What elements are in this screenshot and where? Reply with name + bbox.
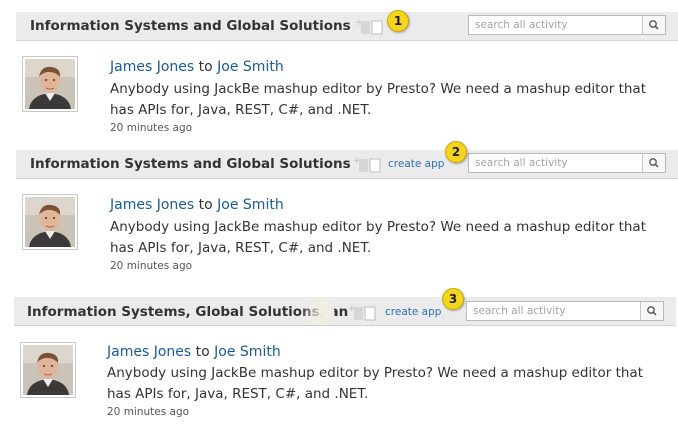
author-link[interactable]: James Jones: [107, 344, 191, 360]
activity-section-1: Information Systems and Global Solutions…: [0, 0, 678, 138]
add-app-icon[interactable]: +: [348, 303, 378, 321]
avatar[interactable]: [22, 56, 78, 112]
magnifier-icon: [649, 158, 659, 168]
search-input[interactable]: [469, 154, 643, 172]
post-timestamp: 20 minutes ago: [110, 260, 193, 272]
user-photo: [25, 59, 75, 109]
magnifier-icon: [647, 306, 657, 316]
callout-badge: 1: [387, 10, 409, 32]
recipient-link[interactable]: Joe Smith: [217, 197, 284, 213]
search-box: [468, 153, 666, 173]
magnifier-icon: [649, 20, 659, 30]
author-link[interactable]: James Jones: [110, 197, 194, 213]
post-text: Anybody using JackBe mashup editor by Pr…: [110, 81, 646, 118]
post-timestamp: 20 minutes ago: [110, 122, 193, 134]
add-app-icon[interactable]: +: [353, 155, 383, 173]
group-title: Information Systems and Global Solutions: [30, 18, 351, 34]
recipient-link[interactable]: Joe Smith: [217, 59, 284, 75]
group-title: Information Systems and Global Solutions: [30, 156, 351, 172]
create-app-link[interactable]: create app: [385, 306, 441, 318]
to-label: to: [198, 59, 213, 75]
user-photo: [23, 345, 73, 395]
search-input[interactable]: [469, 16, 643, 34]
recipient-link[interactable]: Joe Smith: [214, 344, 281, 360]
to-label: to: [195, 344, 210, 360]
author-link[interactable]: James Jones: [110, 59, 194, 75]
section-header-bar: Information Systems, Global Solutions, a…: [14, 297, 676, 326]
search-button[interactable]: [642, 154, 665, 172]
create-app-link[interactable]: create app: [388, 158, 444, 170]
activity-section-3: Information Systems, Global Solutions, a…: [0, 284, 678, 434]
avatar[interactable]: [20, 342, 76, 398]
avatar[interactable]: [22, 194, 78, 250]
post-timestamp: 20 minutes ago: [107, 406, 190, 418]
search-button[interactable]: [642, 16, 665, 34]
search-input[interactable]: [467, 302, 641, 320]
callout-badge: 3: [442, 288, 464, 310]
section-header-bar: Information Systems and Global Solutions…: [16, 150, 678, 179]
add-app-icon[interactable]: +: [355, 17, 385, 35]
search-button[interactable]: [640, 302, 663, 320]
search-box: [466, 301, 664, 321]
callout-badge: 2: [445, 141, 467, 163]
post-text: Anybody using JackBe mashup editor by Pr…: [110, 219, 646, 256]
user-photo: [25, 197, 75, 247]
section-header-bar: Information Systems and Global Solutions…: [16, 12, 678, 41]
title-fade: [300, 297, 334, 325]
search-box: [468, 15, 666, 35]
post-header: James Jones to Joe Smith: [110, 197, 284, 213]
activity-section-2: Information Systems and Global Solutions…: [0, 138, 678, 276]
post-header: James Jones to Joe Smith: [110, 59, 284, 75]
to-label: to: [198, 197, 213, 213]
post-text: Anybody using JackBe mashup editor by Pr…: [107, 365, 643, 402]
post-header: James Jones to Joe Smith: [107, 344, 281, 360]
